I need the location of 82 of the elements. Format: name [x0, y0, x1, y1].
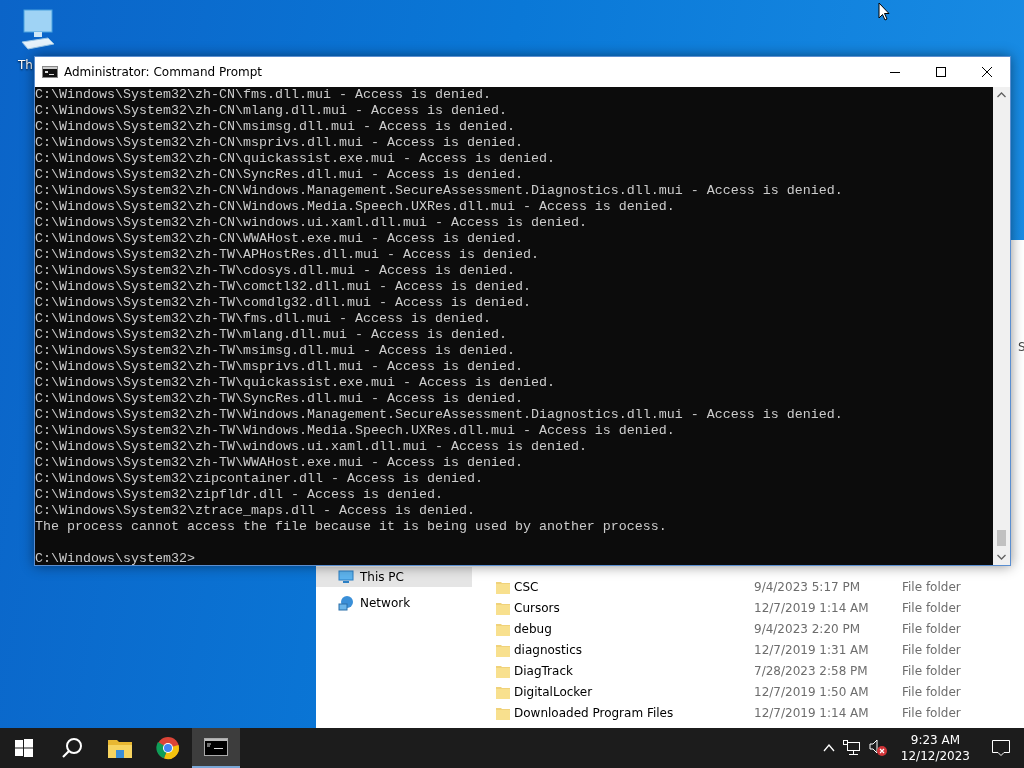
folder-icon	[496, 600, 510, 615]
file-type: File folder	[902, 705, 961, 720]
chevron-up-icon[interactable]	[822, 744, 835, 752]
console-line: C:\Windows\System32\zh-TW\Windows.Media.Speech.UXRes.dll.mui - Access is denied.	[35, 423, 675, 439]
scroll-down-icon[interactable]	[997, 554, 1006, 560]
date-modified: 9/4/2023 2:20 PM	[754, 621, 862, 636]
console-line: C:\Windows\System32\zipfldr.dll - Access is denied.	[35, 487, 443, 503]
folder-icon	[496, 642, 510, 657]
folder-icon	[108, 738, 132, 758]
window-title: Administrator: Command Prompt	[64, 65, 263, 79]
folder-icon	[496, 663, 510, 678]
maximize-icon	[936, 67, 946, 77]
scrollbar[interactable]	[993, 87, 1010, 565]
console-line: C:\Windows\System32\zh-CN\fms.dll.mui - Access is denied.	[35, 87, 491, 103]
console-line: C:\Windows\System32\zh-CN\Windows.Media.Speech.UXRes.dll.mui - Access is denied.	[35, 199, 675, 215]
console-line: C:\Windows\System32\zh-CN\Windows.Management.SecureAssessment.Diagnostics.dll.mui - Access is denied.	[35, 183, 843, 199]
file-name[interactable]: debug	[514, 621, 750, 636]
console-line: C:\Windows\System32\zh-CN\mlang.dll.mui - Access is denied.	[35, 103, 507, 119]
console-line: The process cannot access the file because it is being used by another process.	[35, 519, 667, 535]
file-name[interactable]: DigitalLocker	[514, 684, 750, 699]
network-icon[interactable]	[842, 740, 861, 756]
clock[interactable]: 9:23 AM 12/12/2023	[900, 732, 970, 764]
cursor-icon	[878, 2, 890, 21]
monitor-icon	[338, 570, 354, 584]
file-name[interactable]: CSC	[514, 579, 750, 594]
console-line: C:\Windows\System32\zh-TW\Windows.Management.SecureAssessment.Diagnostics.dll.mui - Access is denied.	[35, 407, 843, 423]
console-line: C:\Windows\System32\zh-TW\WWAHost.exe.mui - Access is denied.	[35, 455, 523, 471]
console-line: C:\Windows\System32\zh-TW\msimsg.dll.mui - Access is denied.	[35, 343, 515, 359]
nav-item[interactable]: This PC	[316, 567, 472, 587]
file-type: File folder	[902, 642, 961, 657]
console-line: C:\Windows\System32\zh-CN\msimsg.dll.mui - Access is denied.	[35, 119, 515, 135]
console-icon	[42, 66, 58, 78]
file-name[interactable]: DiagTrack	[514, 663, 750, 678]
file-name[interactable]: diagnostics	[514, 642, 750, 657]
date-modified: 7/28/2023 2:58 PM	[754, 663, 869, 678]
console-line: C:\Windows\System32\zh-TW\mlang.dll.mui - Access is denied.	[35, 327, 507, 343]
file-type: File folder	[902, 684, 961, 699]
file-name[interactable]: Cursors	[514, 600, 750, 615]
console-line: C:\Windows\System32\zh-TW\cdosys.dll.mui - Access is denied.	[35, 263, 515, 279]
console-line: C:\Windows\System32\zh-TW\fms.dll.mui - Access is denied.	[35, 311, 491, 327]
file-type: File folder	[902, 600, 961, 615]
file-type: File folder	[902, 621, 961, 636]
date-modified: 12/7/2019 1:14 AM	[754, 600, 870, 615]
date-modified: 12/7/2019 1:31 AM	[754, 642, 870, 657]
windows-logo-icon	[15, 739, 33, 757]
muted-speaker-icon[interactable]	[868, 739, 889, 757]
taskbar-app-button[interactable]	[192, 728, 240, 768]
scroll-thumb[interactable]	[997, 530, 1006, 546]
console-line: C:\Windows\System32\zh-CN\windows.ui.xaml.dll.mui - Access is denied.	[35, 215, 587, 231]
console-line: C:\Windows\System32\zipcontainer.dll - Access is denied.	[35, 471, 483, 487]
console-line: C:\Windows\System32\zh-TW\comdlg32.dll.mui - Access is denied.	[35, 295, 531, 311]
scroll-up-icon[interactable]	[997, 92, 1006, 98]
console-line: C:\Windows\System32\zh-TW\APHostRes.dll.mui - Access is denied.	[35, 247, 539, 263]
file-type: File folder	[902, 663, 961, 678]
console-line: C:\Windows\System32\zh-TW\msprivs.dll.mui - Access is denied.	[35, 359, 523, 375]
console-line: C:\Windows\System32\zh-CN\quickassist.exe.mui - Access is denied.	[35, 151, 555, 167]
browser-icon	[156, 736, 180, 760]
console-line: C:\Windows\System32\zh-CN\SyncRes.dll.mui - Access is denied.	[35, 167, 523, 183]
folder-icon	[496, 705, 510, 720]
console-line: C:\Windows\System32\ztrace_maps.dll - Access is denied.	[35, 503, 475, 519]
console-line: C:\Windows\System32\zh-TW\SyncRes.dll.mui - Access is denied.	[35, 391, 523, 407]
folder-icon	[496, 684, 510, 699]
notifications-icon[interactable]	[992, 740, 1010, 756]
folder-icon	[496, 621, 510, 636]
date-modified: 9/4/2023 5:17 PM	[754, 579, 862, 594]
close-icon	[982, 67, 992, 77]
console-line: C:\Windows\System32\zh-TW\windows.ui.xaml.dll.mui - Access is denied.	[35, 439, 587, 455]
date-modified: 12/7/2019 1:50 AM	[754, 684, 870, 699]
console-line: C:\Windows\System32\zh-CN\WWAHost.exe.mui - Access is denied.	[35, 231, 523, 247]
desktop-icon-label[interactable]: Th	[18, 58, 33, 72]
console-line: C:\Windows\System32\zh-TW\quickassist.exe.mui - Access is denied.	[35, 375, 555, 391]
command-prompt: C:\Windows\system32>	[35, 551, 195, 567]
date-modified: 12/7/2019 1:14 AM	[754, 705, 870, 720]
folder-icon	[496, 579, 510, 594]
network-icon	[338, 595, 354, 611]
file-type: File folder	[902, 579, 961, 594]
console-line: C:\Windows\System32\zh-CN\msprivs.dll.mui - Access is denied.	[35, 135, 523, 151]
file-name[interactable]: Downloaded Program Files	[514, 705, 750, 720]
console-icon	[204, 738, 228, 756]
console-line: C:\Windows\System32\zh-TW\comctl32.dll.mui - Access is denied.	[35, 279, 531, 295]
nav-item[interactable]: Network	[316, 593, 472, 613]
search-icon	[61, 737, 83, 759]
